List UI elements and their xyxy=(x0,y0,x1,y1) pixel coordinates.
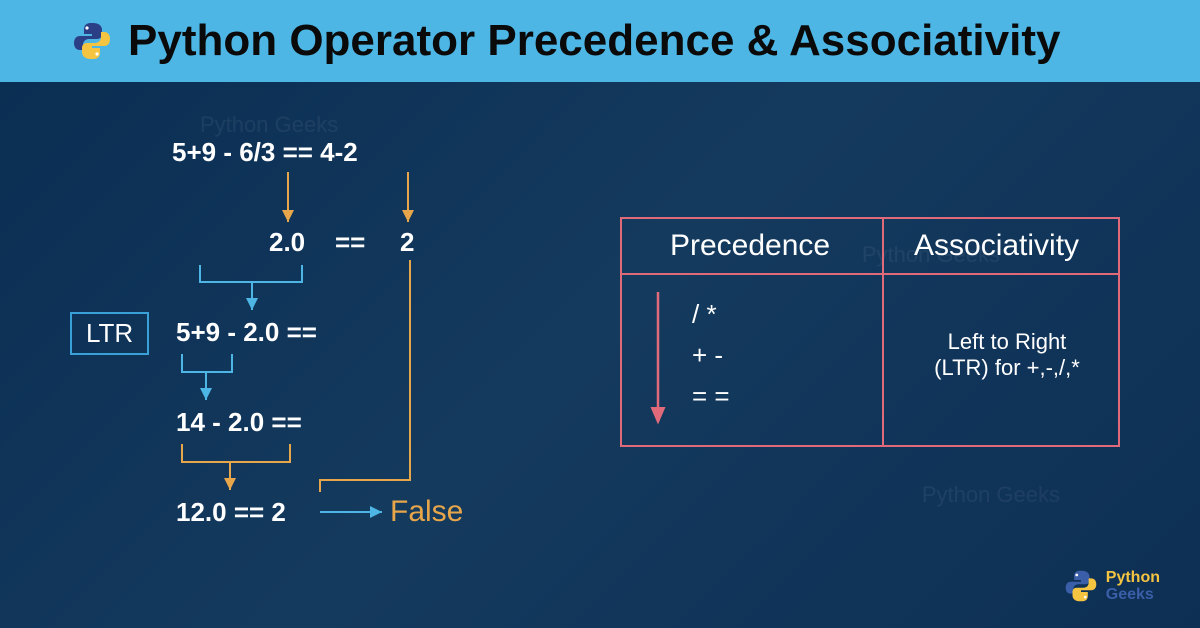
table-vdivider xyxy=(882,219,884,445)
ltr-badge: LTR xyxy=(70,312,149,355)
precedence-table: Precedence Associativity / * + - = = Lef… xyxy=(620,217,1120,447)
precedence-row-3: = = xyxy=(692,381,730,412)
diagram-canvas: Python Geeks Python Geeks Python Geeks 5… xyxy=(0,82,1200,628)
footer-brand-line1: Python xyxy=(1106,569,1160,587)
expr-line-1: 5+9 - 6/3 == 4-2 xyxy=(172,137,358,168)
precedence-row-1: / * xyxy=(692,299,730,330)
page-title: Python Operator Precedence & Associativi… xyxy=(128,16,1060,66)
footer-brand: Python Geeks xyxy=(1064,569,1160,604)
python-logo-icon xyxy=(1064,569,1098,603)
header-banner: Python Operator Precedence & Associativi… xyxy=(0,0,1200,82)
watermark: Python Geeks xyxy=(922,482,1060,508)
python-logo-icon xyxy=(72,21,112,61)
associativity-line-2: (LTR) for +,-,/,* xyxy=(902,355,1112,381)
table-hdivider xyxy=(622,273,1118,275)
expr-line-5: 12.0 == 2 xyxy=(176,497,286,528)
expr-line-2-eq: == xyxy=(335,227,365,258)
result-label: False xyxy=(390,495,463,529)
table-header-precedence: Precedence xyxy=(670,229,830,263)
watermark: Python Geeks xyxy=(200,112,338,138)
expr-line-2-left: 2.0 xyxy=(269,227,305,258)
footer-brand-line2: Geeks xyxy=(1106,586,1160,604)
precedence-row-2: + - xyxy=(692,340,730,371)
associativity-cell: Left to Right (LTR) for +,-,/,* xyxy=(902,329,1112,381)
expr-line-3: 5+9 - 2.0 == xyxy=(176,317,317,348)
associativity-line-1: Left to Right xyxy=(902,329,1112,355)
expr-line-4: 14 - 2.0 == xyxy=(176,407,302,438)
precedence-list: / * + - = = xyxy=(692,289,730,422)
footer-brand-text: Python Geeks xyxy=(1106,569,1160,604)
expr-line-2-right: 2 xyxy=(400,227,414,258)
table-header-associativity: Associativity xyxy=(914,229,1079,263)
